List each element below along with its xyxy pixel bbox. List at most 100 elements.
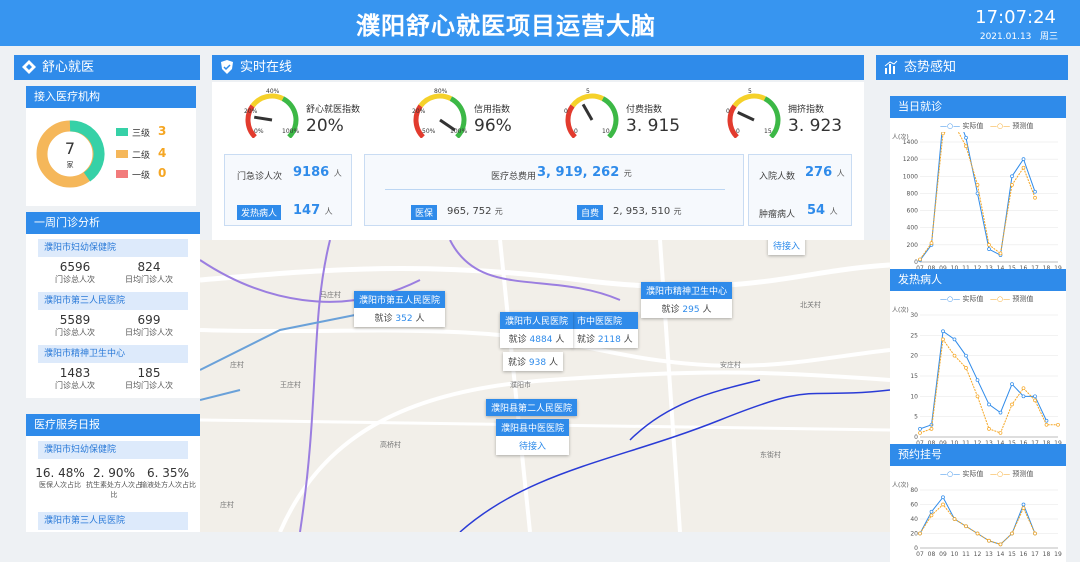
popup-unit: 人 [548,358,558,368]
data-point [941,132,945,136]
legend-pred-icon: —○— [990,470,1011,478]
gauge: 5 0 0 15 [724,88,784,139]
x-tick-label: 11 [962,551,970,558]
series-line [919,503,1036,545]
popup-status: 待接入 [519,442,547,452]
situation-header: 态势感知 [876,55,1068,80]
place-label: 马庄村 [320,291,341,299]
chart-title: 当日就诊 [890,96,1066,118]
bar-chart-icon [884,60,898,74]
unit: 元 [673,207,682,216]
data-point [941,329,945,334]
y-tick-label: 15 [910,373,918,380]
stat-label: 医保人次占比 [39,481,81,489]
stat: 699 日均门诊人次 [114,313,184,338]
data-point [1021,394,1026,399]
data-point [975,378,980,382]
legend-pred: 预测值 [1012,122,1034,130]
gauge-tick: 0 [736,128,740,135]
stat-value: 1483 [59,366,91,380]
stat-value: 6. 35% [147,466,189,480]
legend-pred-icon: —○— [990,295,1011,303]
gauge-dial [565,93,619,139]
y-tick-label: 1000 [903,173,918,180]
y-tick-label: 25 [910,332,918,339]
self-pay-number: 2, 953, 510 [613,206,671,217]
legend-swatch [116,150,128,158]
data-point [929,509,934,514]
y-tick-label: 10 [910,393,918,400]
legend-value: 3 [158,124,167,138]
diamond-icon [22,60,36,74]
stat: 185 日均门诊人次 [114,366,184,391]
data-point [918,531,922,536]
data-point [964,135,968,140]
insurance-number: 965, 752 [447,206,492,217]
series-line [919,330,1047,430]
hospital-popup[interactable]: 濮阳市人民医院 就诊 4884 人 [500,312,574,348]
data-point [941,337,945,342]
weekday-text: 周三 [1039,32,1058,42]
weekly-panel: 一周门诊分析 濮阳市妇幼保健院 6596 门诊总人次 824 日均门诊人次 濮阳市第… [26,212,200,398]
popup-label: 就诊 [508,358,527,368]
hospital-popup[interactable]: 濮阳县中医医院 待接入 [496,419,570,455]
data-point [998,251,1003,256]
hospital-popup[interactable]: 濮阳市第五人民医院 就诊 352 人 [354,291,446,327]
institutions-panel: 接入医疗机构 7 家 三级 3 二级 4 一级 0 [26,86,196,206]
legend-pred: 预测值 [1012,295,1034,303]
gauge-tick: 50% [422,128,436,135]
daily-panel: 医疗服务日报 濮阳市妇幼保健院 16. 48% 医保人次占比 2. 90% 抗生素处… [26,414,200,532]
data-point [1033,189,1037,194]
data-point [998,542,1003,547]
y-tick-label: 800 [907,190,919,197]
admission-label: 入院人数 [759,172,796,182]
realtime-panel: 40% 20% 0% 100% 舒心就医指数 20% 80% 20% 50% 100% 信用指数 96… [212,82,864,240]
chart-legend: —○— 实际值 —○— 预测值 [940,121,1033,131]
hospital-popup[interactable]: 濮阳市精神卫生中心 就诊 295 人 [641,282,733,318]
city-map[interactable]: 马庄村 庄村 高桥村 王庄村 东街村 安庄村 北关村 庄村 濮阳市 [200,240,890,532]
y-tick-label: 400 [907,225,919,232]
gauge-tick: 0% [254,128,264,135]
stat: 16. 48% 医保人次占比 [34,466,86,490]
place-label: 安庄村 [720,361,741,369]
y-tick-label: 30 [910,312,918,319]
hospital-name: 濮阳县中医医院 [496,419,570,436]
data-point [1010,531,1014,536]
legend-actual: 实际值 [962,470,984,478]
daily-title: 医疗服务日报 [26,414,200,436]
gauge-label: 拥挤指数 [788,105,825,115]
series-line [919,338,1058,434]
data-point [918,427,922,431]
y-axis-label: 人(次) [892,481,909,489]
gauge-tick: 20% [412,108,426,115]
y-tick-label: 1200 [903,156,918,163]
chart-title: 发热病人 [890,269,1066,291]
legend-pred: 预测值 [1012,470,1034,478]
stat-label: 门诊总人次 [55,328,95,337]
hospital-name: 濮阳市第五人民医院 [354,291,446,308]
stat-label: 门诊总人次 [55,381,95,390]
chart-legend: —○— 实际值 —○— 预测值 [940,294,1033,304]
hospital-popup[interactable]: 市中医医院 就诊 2118 人 [572,312,638,348]
legend-pred-icon: —○— [990,122,1011,130]
hospital-popup[interactable]: 就诊 938 人 [503,352,563,371]
gauge-tick: 5 [748,88,752,95]
gauge-label: 信用指数 [474,105,511,115]
data-point [964,366,968,370]
hospital-row-title: 濮阳市妇幼保健院 [38,239,188,257]
hospital-name: 濮阳县第二人民医院 [486,399,578,416]
weekly-title: 一周门诊分析 [26,212,200,234]
data-point [1010,183,1014,187]
legend-swatch [116,170,128,178]
legend-value: 4 [158,146,167,160]
chart-panel: 预约挂号 —○— 实际值 —○— 预测值 人(次) 0 20 40 60 80 07 08 09 10… [890,444,1066,562]
gauge-dial [727,93,781,139]
data-point [929,241,934,245]
data-point [1010,402,1014,407]
fever-number: 147 [293,203,321,218]
line-chart: 人(次)051015202530070809101112131415161718… [892,306,1062,447]
hospital-popup[interactable]: 濮阳县第二人民医院 [486,399,578,416]
data-point [975,531,980,536]
gauge-tick: 80% [434,88,448,95]
x-tick-label: 15 [1008,551,1016,558]
